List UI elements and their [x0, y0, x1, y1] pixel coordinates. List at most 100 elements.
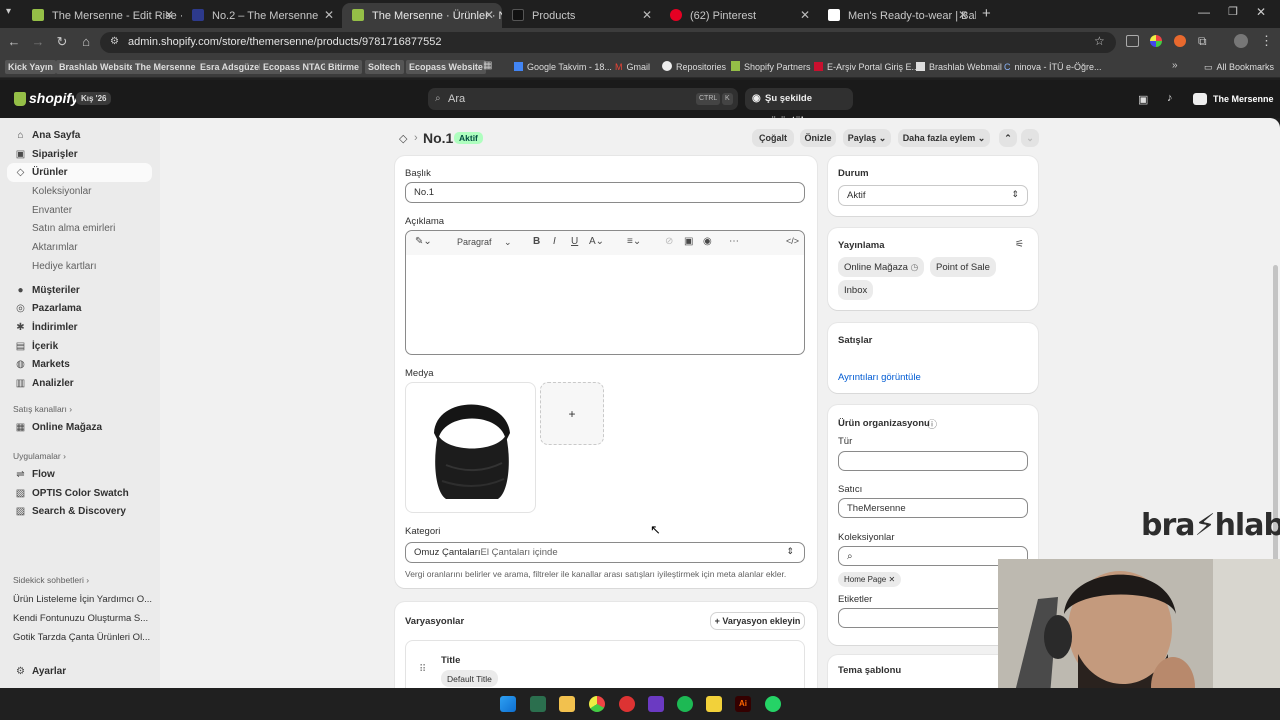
- close-tab-icon[interactable]: ✕: [800, 8, 810, 22]
- previous-product-button[interactable]: ⌃: [999, 129, 1017, 147]
- product-tag-icon[interactable]: ◇: [399, 132, 407, 145]
- taskview-icon[interactable]: [530, 696, 546, 712]
- category-select[interactable]: Omuz Çantaları El Çantaları içinde ⇕: [405, 542, 805, 563]
- browser-tab[interactable]: The Mersenne - Edit Rise · Shop✕: [22, 3, 182, 28]
- bookmark-item[interactable]: Bitirme: [325, 60, 363, 74]
- sidebar-item-settings[interactable]: Ayarlar: [32, 666, 66, 677]
- sidekick-heading[interactable]: Sidekick sohbetleri ›: [13, 575, 89, 585]
- browser-tab[interactable]: (62) Pinterest ✕: [660, 3, 818, 28]
- close-tab-icon[interactable]: ✕: [958, 8, 968, 22]
- bookmark-item[interactable]: Kick Yayın: [5, 60, 56, 74]
- bookmark-item[interactable]: Ecopass NTAG: [260, 60, 331, 74]
- underline-icon[interactable]: U: [571, 236, 578, 247]
- more-bookmarks-icon[interactable]: »: [1172, 60, 1178, 71]
- apps-grid-icon[interactable]: ▦: [483, 60, 492, 71]
- type-input[interactable]: [838, 451, 1028, 471]
- text-color-icon[interactable]: A⌄: [589, 236, 604, 247]
- info-icon[interactable]: ⓘ: [927, 416, 937, 431]
- bold-icon[interactable]: B: [533, 236, 540, 247]
- more-formatting-icon[interactable]: ⋯: [729, 236, 739, 247]
- bookmark-item[interactable]: Brashlab Webmail: [916, 60, 1002, 74]
- bell-icon[interactable]: ♪: [1167, 92, 1173, 104]
- browser-tab[interactable]: Men's Ready-to-wear | Balenci✕: [818, 3, 976, 28]
- sidebar-app-search-discovery[interactable]: Search & Discovery: [32, 506, 126, 517]
- sidebar-item-home[interactable]: Ana Sayfa: [32, 130, 80, 141]
- sidebar-item-discounts[interactable]: İndirimler: [32, 322, 78, 333]
- extension-icon[interactable]: [1150, 35, 1162, 47]
- bookmark-item[interactable]: Repositories: [662, 60, 726, 74]
- close-tab-icon[interactable]: ✕: [324, 8, 334, 22]
- more-actions-button[interactable]: Daha fazla eylem ⌄: [898, 129, 990, 147]
- close-tab-icon[interactable]: ✕: [484, 8, 494, 22]
- sidebar-subitem-inventory[interactable]: Envanter: [32, 205, 72, 216]
- illustrator-icon[interactable]: Ai: [735, 696, 751, 712]
- sidebar-item-marketing[interactable]: Pazarlama: [32, 303, 81, 314]
- sidekick-chat-item[interactable]: Gotik Tarzda Çanta Ürünleri Ol...: [13, 632, 150, 643]
- title-input[interactable]: No.1: [405, 182, 805, 203]
- channel-pill[interactable]: Online Mağaza ◷: [838, 257, 925, 277]
- view-details-link[interactable]: Ayrıntıları görüntüle: [838, 372, 921, 383]
- bookmark-item[interactable]: Soltech: [365, 60, 404, 74]
- status-select[interactable]: Aktif ⇕: [838, 185, 1028, 206]
- manage-channels-icon[interactable]: ⚟: [1015, 239, 1024, 250]
- browser-menu-icon[interactable]: ⋮: [1260, 33, 1273, 49]
- share-button[interactable]: Paylaş ⌄: [843, 129, 891, 147]
- add-variant-button[interactable]: + Varyasyon ekleyin: [710, 612, 805, 630]
- reload-icon[interactable]: ↻: [54, 34, 70, 50]
- image-icon[interactable]: ▣: [684, 236, 693, 247]
- sidebar-item-customers[interactable]: Müşteriler: [32, 285, 80, 296]
- sidebar-subitem-transfers[interactable]: Aktarımlar: [32, 242, 78, 253]
- bookmark-item[interactable]: Cninova - İTÜ e-Öğre...: [1004, 60, 1102, 74]
- vendor-input[interactable]: TheMersenne: [838, 498, 1028, 518]
- sales-channels-heading[interactable]: Satış kanalları ›: [13, 404, 72, 414]
- bookmark-item[interactable]: Brashlab Website: [56, 60, 138, 74]
- bookmark-item[interactable]: Esra Adsgüzel: [197, 60, 265, 74]
- new-tab-icon[interactable]: +: [982, 5, 991, 22]
- bookmark-item[interactable]: Ecopass Website: [406, 60, 486, 74]
- browser-tab[interactable]: No.2 – The Mersenne ✕: [182, 3, 342, 28]
- magic-ai-icon[interactable]: ✎⌄: [415, 236, 432, 247]
- site-info-icon[interactable]: ⚙: [110, 36, 119, 47]
- store-name[interactable]: The Mersenne: [1213, 94, 1274, 104]
- spotify-icon[interactable]: [677, 696, 693, 712]
- add-media-button[interactable]: +: [540, 382, 604, 445]
- bookmark-item[interactable]: Shopify Partners: [731, 60, 811, 74]
- figma-icon[interactable]: [648, 696, 664, 712]
- bookmark-item[interactable]: E-Arşiv Portal Giriş E...: [814, 60, 919, 74]
- browser-tab[interactable]: Products ✕: [502, 3, 660, 28]
- file-explorer-icon[interactable]: [559, 696, 575, 712]
- paragraph-dropdown[interactable]: Paragraf ⌄: [457, 237, 512, 248]
- sidebar-item-markets[interactable]: Markets: [32, 359, 70, 370]
- profile-avatar[interactable]: [1234, 34, 1248, 48]
- sticky-notes-icon[interactable]: [706, 696, 722, 712]
- url-input[interactable]: admin.shopify.com/store/themersenne/prod…: [100, 32, 1116, 53]
- close-tab-icon[interactable]: ✕: [164, 8, 174, 22]
- tab-search-icon[interactable]: ▾: [6, 6, 11, 17]
- chrome-icon[interactable]: [589, 696, 605, 712]
- product-image[interactable]: [405, 382, 536, 513]
- windows-start-icon[interactable]: [500, 696, 516, 712]
- code-view-icon[interactable]: </>: [786, 236, 799, 246]
- bookmark-star-icon[interactable]: ☆: [1094, 34, 1105, 48]
- app-icon[interactable]: [619, 696, 635, 712]
- edition-badge[interactable]: Kış '26: [76, 92, 112, 105]
- sidebar-item-products[interactable]: Ürünler: [32, 167, 68, 178]
- inbox-icon[interactable]: ▣: [1138, 93, 1148, 106]
- sidebar-item-content[interactable]: İçerik: [32, 341, 58, 352]
- align-icon[interactable]: ≡⌄: [627, 236, 641, 247]
- sidebar-item-online-store[interactable]: Online Mağaza: [32, 422, 102, 433]
- store-avatar[interactable]: [1193, 93, 1207, 105]
- extension-icon[interactable]: [1126, 35, 1139, 47]
- duplicate-button[interactable]: Çoğalt: [752, 129, 794, 147]
- sidebar-item-orders[interactable]: Siparişler: [32, 149, 78, 160]
- extensions-puzzle-icon[interactable]: ⧉: [1198, 34, 1207, 49]
- channel-pill[interactable]: Point of Sale: [930, 257, 996, 277]
- collection-tag[interactable]: Home Page ✕: [838, 572, 902, 587]
- option-value-pill[interactable]: Default Title: [441, 670, 498, 687]
- maximize-icon[interactable]: ❐: [1228, 5, 1238, 18]
- bookmark-item[interactable]: The Mersenne: [132, 60, 199, 74]
- sidekick-chat-item[interactable]: Ürün Listeleme İçin Yardımcı O...: [13, 594, 152, 605]
- minimize-icon[interactable]: —: [1198, 5, 1210, 19]
- all-bookmarks[interactable]: ▭ All Bookmarks: [1204, 60, 1274, 74]
- bookmark-item[interactable]: Google Takvim - 18...: [514, 60, 612, 74]
